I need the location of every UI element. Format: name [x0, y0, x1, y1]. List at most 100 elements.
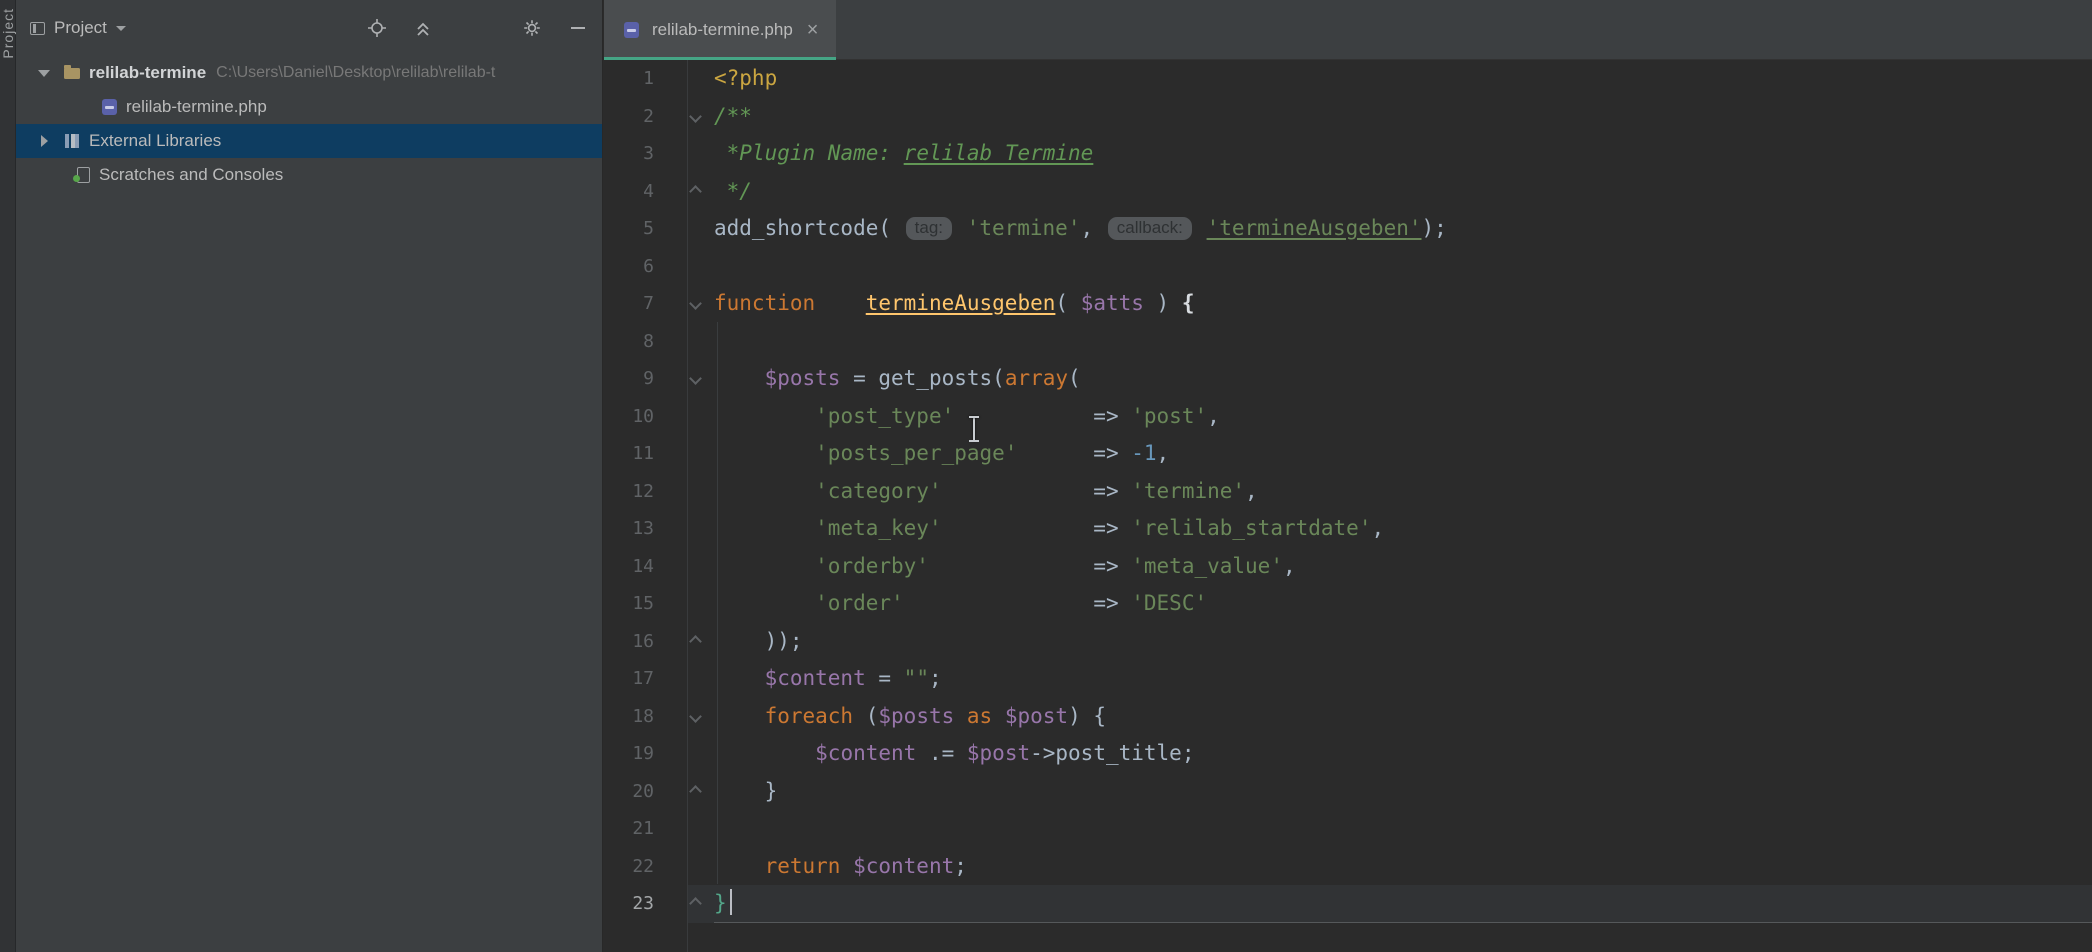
code-text: 'order' => 'DESC': [714, 585, 1207, 623]
code-line[interactable]: 10 'post_type' => 'post',: [604, 398, 2092, 436]
code-line[interactable]: 5add_shortcode( tag: 'termine', callback…: [604, 210, 2092, 248]
code-line[interactable]: 11 'posts_per_page' => -1,: [604, 435, 2092, 473]
project-panel-title[interactable]: Project: [54, 18, 107, 38]
code-text: <?php: [714, 60, 777, 98]
gutter-fold-column: [654, 210, 714, 248]
line-number: 12: [604, 473, 654, 511]
gutter-fold-column: [654, 848, 714, 886]
chevron-collapsed-icon[interactable]: [33, 135, 55, 147]
tree-item-label: External Libraries: [89, 131, 221, 151]
code-line[interactable]: 3 *Plugin Name: relilab Termine: [604, 135, 2092, 173]
tree-item-scratches-and-consoles[interactable]: Scratches and Consoles: [16, 158, 602, 192]
line-number: 21: [604, 810, 654, 848]
fold-end-icon[interactable]: [689, 897, 702, 910]
tool-window-stripe: Project: [0, 0, 16, 952]
gutter-fold-column: [654, 623, 714, 661]
minus-icon: [567, 17, 589, 39]
fold-end-icon[interactable]: [689, 185, 702, 198]
code-line[interactable]: 7function termineAusgeben( $atts ) {: [604, 285, 2092, 323]
line-number: 16: [604, 623, 654, 661]
fold-end-icon[interactable]: [689, 785, 702, 798]
gutter-fold-column: [654, 698, 714, 736]
code-line[interactable]: 14 'orderby' => 'meta_value',: [604, 548, 2092, 586]
code-text: $posts = get_posts(array(: [714, 360, 1081, 398]
code-line[interactable]: 20 }: [604, 773, 2092, 811]
code-text: 'posts_per_page' => -1,: [714, 435, 1169, 473]
tree-item-relilab-termine-php[interactable]: relilab-termine.php: [16, 90, 602, 124]
gear-icon: [521, 17, 543, 39]
ide-window: Project Project: [0, 0, 2092, 952]
line-number: 15: [604, 585, 654, 623]
code-line[interactable]: 17 $content = "";: [604, 660, 2092, 698]
code-line[interactable]: 23}: [604, 885, 2092, 923]
collapse-all-icon: [412, 17, 434, 39]
scratch-icon: [73, 166, 93, 184]
gutter-fold-column: [654, 435, 714, 473]
chevron-down-icon[interactable]: [116, 26, 126, 31]
code-line[interactable]: 6: [604, 248, 2092, 286]
code-line[interactable]: 21: [604, 810, 2092, 848]
code-text: */: [714, 173, 752, 211]
code-line[interactable]: 18 foreach ($posts as $post) {: [604, 698, 2092, 736]
locate-file-button[interactable]: [365, 16, 389, 40]
code-text: 'orderby' => 'meta_value',: [714, 548, 1296, 586]
code-text: foreach ($posts as $post) {: [714, 698, 1106, 736]
line-number: 8: [604, 323, 654, 361]
text-caret: [730, 889, 732, 915]
close-tab-icon[interactable]: ×: [807, 19, 819, 42]
panel-toolbar: [365, 16, 602, 40]
library-icon: [63, 132, 83, 150]
tree-item-relilab-termine[interactable]: relilab-termineC:\Users\Daniel\Desktop\r…: [16, 56, 602, 90]
line-number: 9: [604, 360, 654, 398]
code-text: }: [714, 773, 777, 811]
code-line[interactable]: 8: [604, 323, 2092, 361]
editor: relilab-termine.php × 1 <?php 2 /**3 *Plugi…: [604, 0, 2092, 952]
code-line[interactable]: 22 return $content;: [604, 848, 2092, 886]
crosshair-icon: [366, 17, 388, 39]
gutter-fold-column: [654, 885, 714, 923]
code-line[interactable]: 2 /**: [604, 98, 2092, 136]
code-line[interactable]: 1 <?php: [604, 60, 2092, 98]
code-line[interactable]: 15 'order' => 'DESC': [604, 585, 2092, 623]
chevron-expanded-icon[interactable]: [33, 70, 55, 77]
code-line[interactable]: 12 'category' => 'termine',: [604, 473, 2092, 511]
fold-start-icon[interactable]: [689, 372, 702, 385]
code-text: }: [714, 885, 732, 923]
gutter-fold-column: [654, 735, 714, 773]
gutter-fold-column: [654, 98, 714, 136]
line-number: 19: [604, 735, 654, 773]
code-line[interactable]: 4 */: [604, 173, 2092, 211]
hide-panel-button[interactable]: [566, 16, 590, 40]
tool-window-icon: [30, 22, 45, 35]
code-line[interactable]: 19 $content .= $post->post_title;: [604, 735, 2092, 773]
tab-relilab-termine-php[interactable]: relilab-termine.php ×: [604, 0, 836, 60]
line-number: 10: [604, 398, 654, 436]
fold-start-icon[interactable]: [689, 297, 702, 310]
gutter-fold-column: [654, 660, 714, 698]
editor-content: 1 <?php 2 /**3 *Plugin Name: relilab Termin…: [604, 60, 2092, 923]
settings-button[interactable]: [520, 16, 544, 40]
tree-item-label: relilab-termine.php: [126, 97, 267, 117]
code-text: $content .= $post->post_title;: [714, 735, 1194, 773]
line-number: 23: [604, 885, 654, 923]
editor-body[interactable]: 1 <?php 2 /**3 *Plugin Name: relilab Termin…: [604, 60, 2092, 952]
line-number: 5: [604, 210, 654, 248]
project-panel-header: Project: [16, 0, 602, 56]
code-text: function termineAusgeben( $atts ) {: [714, 285, 1195, 323]
tree-item-external-libraries[interactable]: External Libraries: [16, 124, 602, 158]
code-line[interactable]: 13 'meta_key' => 'relilab_startdate',: [604, 510, 2092, 548]
line-number: 1: [604, 60, 654, 98]
code-text: /**: [714, 98, 752, 136]
code-line[interactable]: 16 ));: [604, 623, 2092, 661]
gutter-fold-column: [654, 360, 714, 398]
fold-end-icon[interactable]: [689, 635, 702, 648]
code-line[interactable]: 9 $posts = get_posts(array(: [604, 360, 2092, 398]
project-panel: Project: [16, 0, 603, 952]
collapse-all-button[interactable]: [411, 16, 435, 40]
fold-start-icon[interactable]: [689, 710, 702, 723]
line-number: 2: [604, 98, 654, 136]
fold-start-icon[interactable]: [689, 110, 702, 123]
stripe-project-label[interactable]: Project: [0, 8, 16, 59]
gutter-fold-column: [654, 248, 714, 286]
gutter-fold-column: [654, 173, 714, 211]
